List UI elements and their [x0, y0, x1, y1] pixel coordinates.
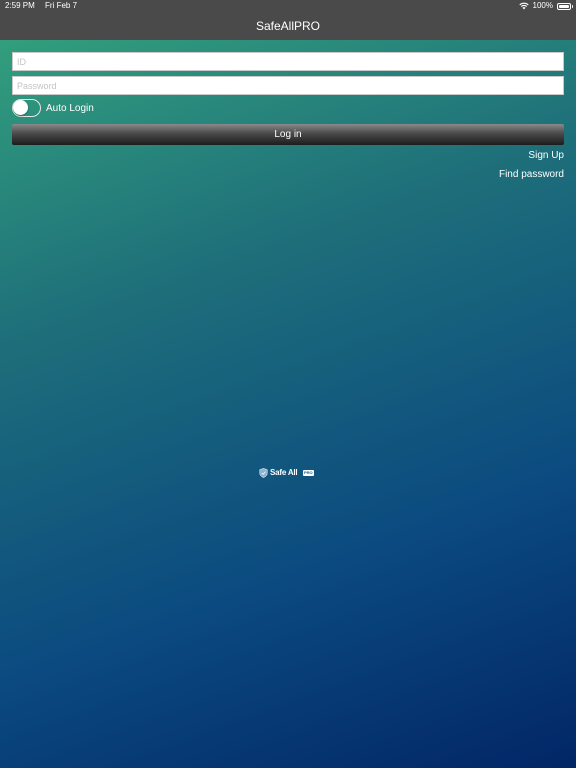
- battery-fill: [559, 4, 569, 8]
- battery-icon: [557, 2, 573, 10]
- status-left: 2:59 PM Fri Feb 7: [5, 0, 85, 12]
- status-time: 2:59 PM: [5, 1, 35, 10]
- id-input[interactable]: [12, 52, 564, 71]
- status-right: 100%: [518, 0, 573, 12]
- toggle-knob: [13, 100, 28, 115]
- auto-login-label: Auto Login: [46, 102, 94, 114]
- page-title: SafeAllPRO: [255, 19, 321, 33]
- auto-login-toggle[interactable]: [12, 99, 41, 117]
- find-password-link[interactable]: Find password: [499, 169, 564, 180]
- logo-badge: PRO: [303, 470, 314, 476]
- auto-login-row: Auto Login: [12, 99, 94, 117]
- login-button-label: Log in: [274, 129, 302, 140]
- sign-up-link[interactable]: Sign Up: [528, 150, 564, 161]
- nav-bar: SafeAllPRO: [0, 12, 576, 40]
- password-input[interactable]: [12, 76, 564, 95]
- battery-percent: 100%: [532, 1, 553, 10]
- logo-text: Safe All: [270, 468, 298, 477]
- status-bar: 2:59 PM Fri Feb 7 100%: [0, 0, 576, 12]
- shield-icon: [259, 468, 268, 478]
- battery-tip: [571, 5, 573, 8]
- wifi-icon: [518, 2, 529, 10]
- login-button[interactable]: Log in: [12, 124, 564, 145]
- status-date: Fri Feb 7: [45, 1, 78, 10]
- app-logo: Safe All PRO: [259, 467, 319, 483]
